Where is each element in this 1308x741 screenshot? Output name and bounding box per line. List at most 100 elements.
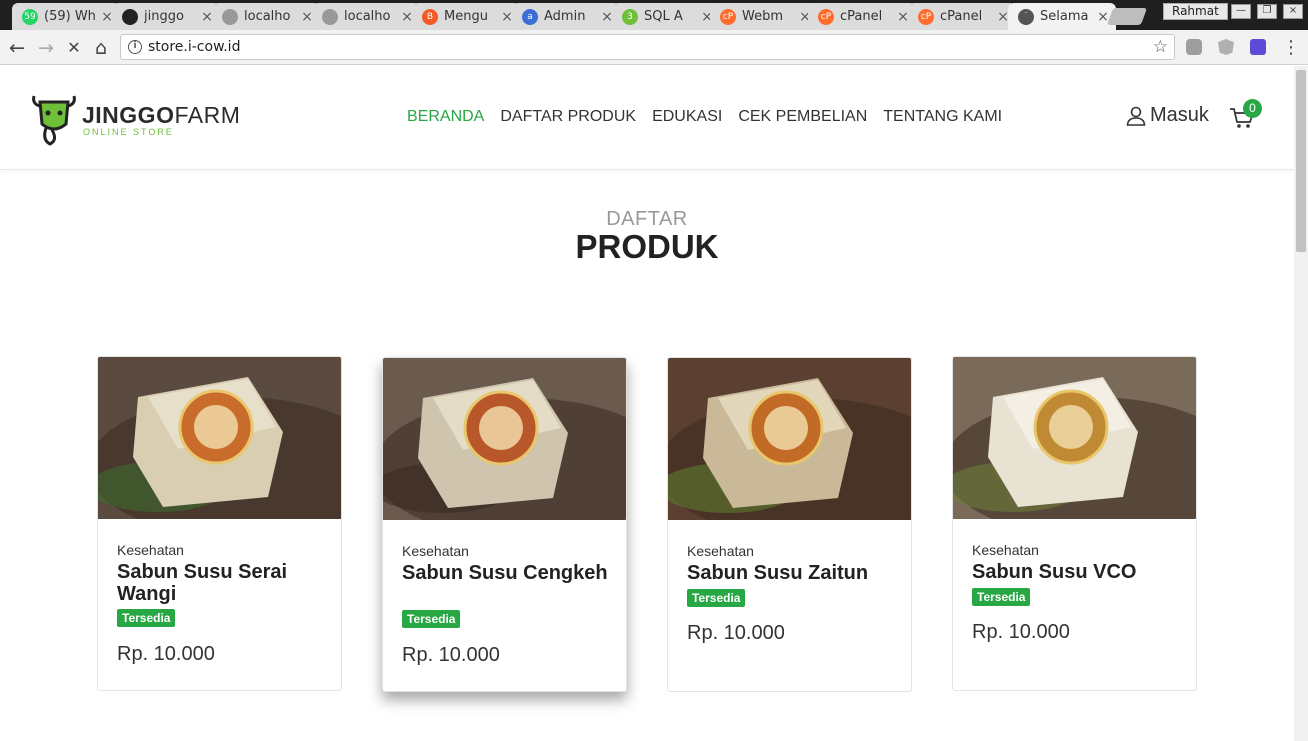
product-name[interactable]: Sabun Susu VCO (972, 561, 1182, 583)
extension-icon[interactable] (1250, 39, 1266, 55)
tab-title: Mengu (444, 9, 488, 24)
product-image[interactable] (383, 358, 626, 520)
soap-label-center (479, 406, 523, 450)
soap-photo (383, 358, 626, 520)
tab-favicon-icon: 3 (622, 8, 638, 25)
tab-favicon-icon: cP (818, 8, 834, 25)
availability-badge-wrap: Tersedia (687, 587, 746, 607)
maximize-button[interactable]: ❐ (1257, 4, 1277, 19)
browser-toolbar: ← → ✕ ⌂ i store.i-cow.id ☆ ⋮ (0, 30, 1308, 65)
product-image[interactable] (953, 357, 1196, 519)
product-name[interactable]: Sabun Susu Zaitun (687, 562, 897, 584)
tab-title: SQL A (644, 9, 683, 24)
tab-favicon-icon: 59 (22, 8, 38, 25)
url-text: store.i-cow.id (148, 39, 241, 55)
tab-title: Selama (1040, 9, 1089, 24)
brand-tagline: ONLINE STORE (83, 127, 174, 137)
product-price: Rp. 10.000 (687, 622, 785, 644)
nav-link-tentang-kami[interactable]: TENTANG KAMI (883, 108, 1002, 126)
camera-extension-icon[interactable] (1186, 39, 1202, 55)
availability-badge: Tersedia (972, 588, 1031, 606)
browser-tab[interactable]: localho × (312, 3, 420, 30)
browser-tab[interactable]: cP cPanel × (808, 3, 916, 30)
back-icon[interactable]: ← (6, 37, 28, 59)
product-price: Rp. 10.000 (117, 643, 215, 665)
availability-badge: Tersedia (687, 589, 746, 607)
browser-tab[interactable]: cP Webm × (710, 3, 818, 30)
angular-extension-icon[interactable] (1218, 39, 1234, 55)
tab-favicon-icon: B (422, 8, 438, 25)
product-category: Kesehatan (117, 542, 184, 558)
login-link[interactable]: Masuk (1126, 104, 1209, 127)
soap-label-center (764, 406, 808, 450)
browser-tab[interactable]: jinggo × (112, 3, 220, 30)
bookmark-star-icon[interactable]: ☆ (1153, 37, 1168, 57)
product-card[interactable]: Kesehatan Sabun Susu Cengkeh Tersedia Rp. 1… (382, 357, 627, 692)
tab-title: Admin (544, 9, 586, 24)
product-image[interactable] (98, 357, 341, 519)
web-page: JINGGOFARM ONLINE STORE BERANDA DAFTAR PR… (0, 66, 1294, 741)
browser-tab[interactable]: localho × (212, 3, 320, 30)
product-name[interactable]: Sabun Susu Serai Wangi (117, 561, 327, 605)
browser-tab[interactable]: a Admin × (512, 3, 620, 30)
product-name[interactable]: Sabun Susu Cengkeh (402, 562, 612, 584)
soap-label-center (1049, 405, 1093, 449)
tab-favicon-icon (322, 8, 338, 25)
availability-badge-wrap: Tersedia (972, 586, 1031, 606)
browser-tab[interactable]: ˙ Selama × (1008, 3, 1116, 30)
browser-tab[interactable]: 59 (59) Wh × (12, 3, 120, 30)
new-tab-button[interactable] (1106, 8, 1148, 25)
tab-title: localho (244, 9, 291, 24)
browser-tab[interactable]: 3 SQL A × (612, 3, 720, 30)
product-card[interactable]: Kesehatan Sabun Susu VCO Tersedia Rp. 10.00… (952, 356, 1197, 691)
user-icon (1126, 106, 1146, 126)
tab-favicon-icon: ˙ (1018, 8, 1034, 25)
product-category: Kesehatan (972, 542, 1039, 558)
brand-name: JINGGOFARM (82, 102, 240, 129)
soap-photo (98, 357, 341, 519)
close-window-button[interactable]: × (1283, 4, 1303, 19)
browser-menu-icon[interactable]: ⋮ (1280, 37, 1302, 59)
nav-link-beranda[interactable]: BERANDA (407, 108, 484, 126)
availability-badge: Tersedia (117, 609, 176, 627)
nav-link-daftar-produk[interactable]: DAFTAR PRODUK (500, 108, 636, 126)
product-image[interactable] (668, 358, 911, 520)
product-category: Kesehatan (687, 543, 754, 559)
site-info-icon[interactable]: i (128, 40, 142, 54)
main-navigation: BERANDA DAFTAR PRODUK EDUKASI CEK PEMBELIAN… (407, 108, 1018, 126)
browser-tab[interactable]: cP cPanel × (908, 3, 1016, 30)
minimize-button[interactable]: — (1231, 4, 1251, 19)
brand-name-bold: JINGGO (82, 102, 175, 128)
product-price: Rp. 10.000 (972, 621, 1070, 643)
browser-tab-strip: 59 (59) Wh × jinggo × localho × localho × B Mengu ×… (0, 0, 1308, 30)
tab-favicon-icon: cP (918, 8, 934, 25)
tab-title: Webm (742, 9, 784, 24)
site-logo[interactable]: JINGGOFARM ONLINE STORE (30, 90, 240, 146)
product-card[interactable]: Kesehatan Sabun Susu Serai Wangi Tersedia R… (97, 356, 342, 691)
address-bar[interactable]: i store.i-cow.id ☆ (120, 34, 1175, 60)
tab-title: localho (344, 9, 391, 24)
tab-title: jinggo (144, 9, 184, 24)
tab-title: cPanel (940, 9, 983, 24)
stop-loading-icon[interactable]: ✕ (63, 37, 85, 59)
nav-link-edukasi[interactable]: EDUKASI (652, 108, 722, 126)
tab-favicon-icon: cP (720, 8, 736, 25)
home-icon[interactable]: ⌂ (90, 37, 112, 59)
page-scrollbar-thumb[interactable] (1296, 70, 1306, 252)
product-category: Kesehatan (402, 543, 469, 559)
profile-button[interactable]: Rahmat (1163, 3, 1228, 20)
tab-favicon-icon: a (522, 8, 538, 25)
tab-title: (59) Wh (44, 9, 96, 24)
login-label: Masuk (1150, 104, 1209, 126)
tab-favicon-icon (222, 8, 238, 25)
product-card[interactable]: Kesehatan Sabun Susu Zaitun Tersedia Rp. 10… (667, 357, 912, 692)
availability-badge-wrap: Tersedia (402, 608, 461, 628)
soap-photo (668, 358, 911, 520)
soap-label-center (194, 405, 238, 449)
browser-tab[interactable]: B Mengu × (412, 3, 520, 30)
section-title: PRODUK (575, 228, 719, 265)
cart-count-badge: 0 (1243, 99, 1262, 118)
product-price: Rp. 10.000 (402, 644, 500, 666)
nav-link-cek-pembelian[interactable]: CEK PEMBELIAN (738, 108, 867, 126)
forward-icon[interactable]: → (35, 37, 57, 59)
